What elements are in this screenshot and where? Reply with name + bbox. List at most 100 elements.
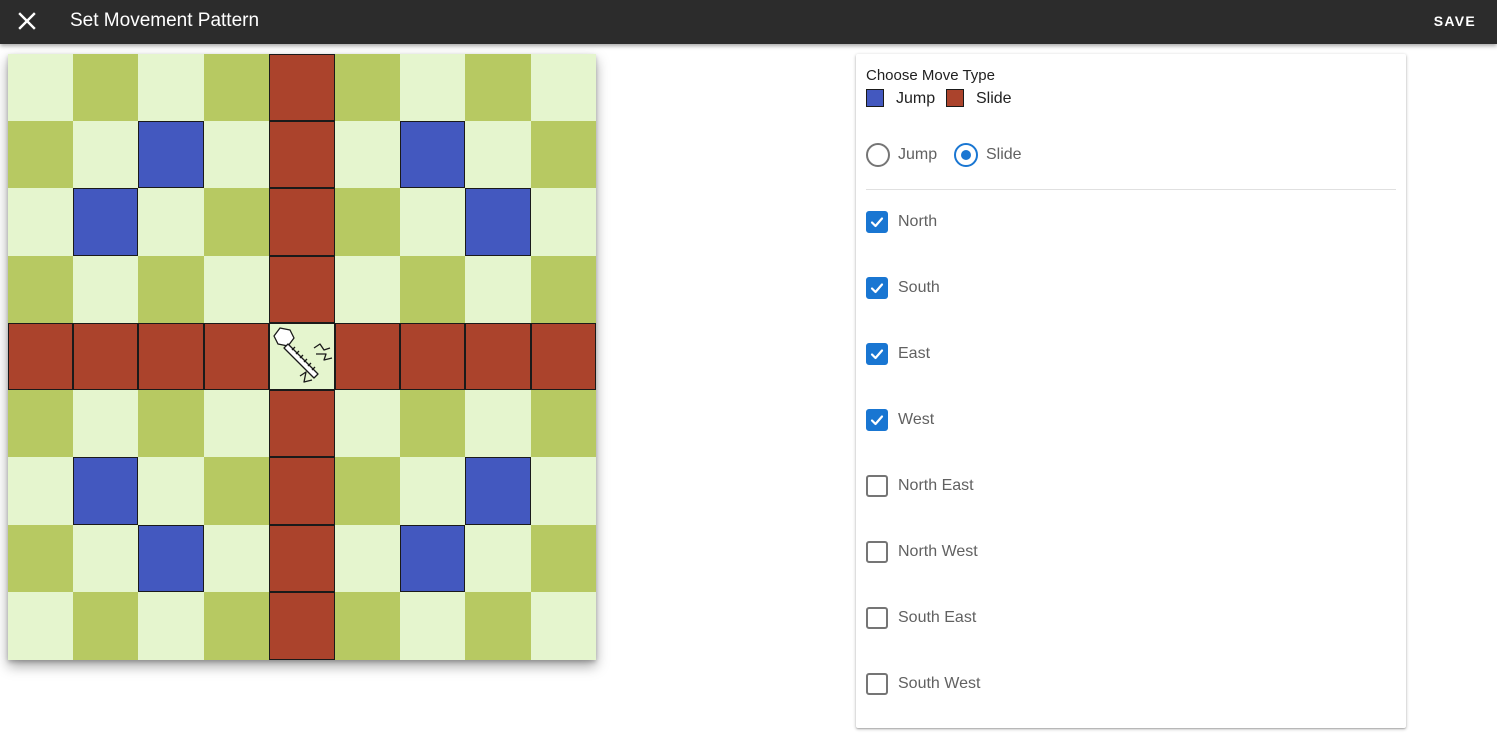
slide-square[interactable] <box>465 323 531 390</box>
board-square[interactable] <box>8 390 73 457</box>
board-square[interactable] <box>8 525 73 592</box>
jump-square[interactable] <box>138 121 204 188</box>
slide-square[interactable] <box>204 323 269 390</box>
board-square[interactable] <box>73 54 138 121</box>
close-button[interactable] <box>14 8 40 34</box>
jump-square[interactable] <box>400 121 465 188</box>
board-square[interactable] <box>531 592 596 660</box>
board-square[interactable] <box>531 457 596 525</box>
board-square[interactable] <box>73 121 138 188</box>
board-square[interactable] <box>73 256 138 323</box>
board-square[interactable] <box>400 188 465 256</box>
board-square[interactable] <box>335 592 400 660</box>
slide-square[interactable] <box>269 54 335 121</box>
piece-square[interactable] <box>269 323 335 390</box>
slide-square[interactable] <box>269 121 335 188</box>
board-square[interactable] <box>531 256 596 323</box>
board-square[interactable] <box>73 592 138 660</box>
board-square[interactable] <box>335 54 400 121</box>
board-square[interactable] <box>8 121 73 188</box>
board-square[interactable] <box>8 54 73 121</box>
board-square[interactable] <box>138 188 204 256</box>
direction-south-east-checkbox[interactable]: South East <box>866 607 1126 629</box>
direction-label: North <box>898 213 938 230</box>
jump-square[interactable] <box>465 457 531 525</box>
board-square[interactable] <box>138 256 204 323</box>
board-square[interactable] <box>465 54 531 121</box>
board-square[interactable] <box>531 121 596 188</box>
board-square[interactable] <box>400 390 465 457</box>
slide-square[interactable] <box>269 390 335 457</box>
board-square[interactable] <box>138 457 204 525</box>
slide-square[interactable] <box>400 323 465 390</box>
board-square[interactable] <box>204 457 269 525</box>
board-square[interactable] <box>204 390 269 457</box>
slide-square[interactable] <box>269 457 335 525</box>
direction-south-checkbox[interactable]: South <box>866 277 1126 299</box>
slide-square[interactable] <box>269 256 335 323</box>
board-square[interactable] <box>138 390 204 457</box>
board-square[interactable] <box>400 457 465 525</box>
board-square[interactable] <box>335 525 400 592</box>
radio-circle <box>954 143 978 167</box>
board-square[interactable] <box>465 256 531 323</box>
board-square[interactable] <box>204 256 269 323</box>
board-square[interactable] <box>8 457 73 525</box>
jump-square[interactable] <box>73 188 138 256</box>
slide-radio-label: Slide <box>986 146 1022 163</box>
board-square[interactable] <box>531 525 596 592</box>
slide-square[interactable] <box>269 592 335 660</box>
board-square[interactable] <box>465 525 531 592</box>
board-square[interactable] <box>73 525 138 592</box>
slide-square[interactable] <box>138 323 204 390</box>
checkbox-checked-icon <box>866 409 888 431</box>
slide-square[interactable] <box>269 188 335 256</box>
jump-square[interactable] <box>465 188 531 256</box>
board-square[interactable] <box>531 188 596 256</box>
board-square[interactable] <box>400 592 465 660</box>
board-square[interactable] <box>335 188 400 256</box>
save-button[interactable]: SAVE <box>1434 13 1476 29</box>
board-square[interactable] <box>465 592 531 660</box>
board-square[interactable] <box>531 390 596 457</box>
slide-square[interactable] <box>531 323 596 390</box>
radio-circle <box>866 143 890 167</box>
direction-east-checkbox[interactable]: East <box>866 343 1126 365</box>
board-square[interactable] <box>204 54 269 121</box>
jump-square[interactable] <box>400 525 465 592</box>
board-square[interactable] <box>531 54 596 121</box>
board-square[interactable] <box>204 121 269 188</box>
board-square[interactable] <box>400 256 465 323</box>
board-square[interactable] <box>400 54 465 121</box>
direction-north-west-checkbox[interactable]: North West <box>866 541 1126 563</box>
board-square[interactable] <box>335 457 400 525</box>
move-type-panel: Choose Move Type Jump Slide Jump Slide N… <box>856 54 1406 728</box>
jump-legend-label: Jump <box>896 90 936 107</box>
board-square[interactable] <box>138 54 204 121</box>
direction-north-east-checkbox[interactable]: North East <box>866 475 1126 497</box>
direction-south-west-checkbox[interactable]: South West <box>866 673 1126 695</box>
board-square[interactable] <box>335 256 400 323</box>
board-square[interactable] <box>465 121 531 188</box>
board-square[interactable] <box>204 188 269 256</box>
board-square[interactable] <box>73 390 138 457</box>
direction-west-checkbox[interactable]: West <box>866 409 1126 431</box>
slide-square[interactable] <box>8 323 73 390</box>
jump-square[interactable] <box>138 525 204 592</box>
direction-north-checkbox[interactable]: North <box>866 211 1126 233</box>
jump-square[interactable] <box>73 457 138 525</box>
slide-square[interactable] <box>335 323 400 390</box>
slide-square[interactable] <box>269 525 335 592</box>
board-square[interactable] <box>8 592 73 660</box>
board-square[interactable] <box>8 256 73 323</box>
close-icon <box>18 12 36 30</box>
board-square[interactable] <box>8 188 73 256</box>
board-square[interactable] <box>465 390 531 457</box>
board-square[interactable] <box>335 121 400 188</box>
board-square[interactable] <box>204 592 269 660</box>
board-square[interactable] <box>204 525 269 592</box>
board-square[interactable] <box>335 390 400 457</box>
checkbox-unchecked-icon <box>866 607 888 629</box>
board-square[interactable] <box>138 592 204 660</box>
slide-square[interactable] <box>73 323 138 390</box>
